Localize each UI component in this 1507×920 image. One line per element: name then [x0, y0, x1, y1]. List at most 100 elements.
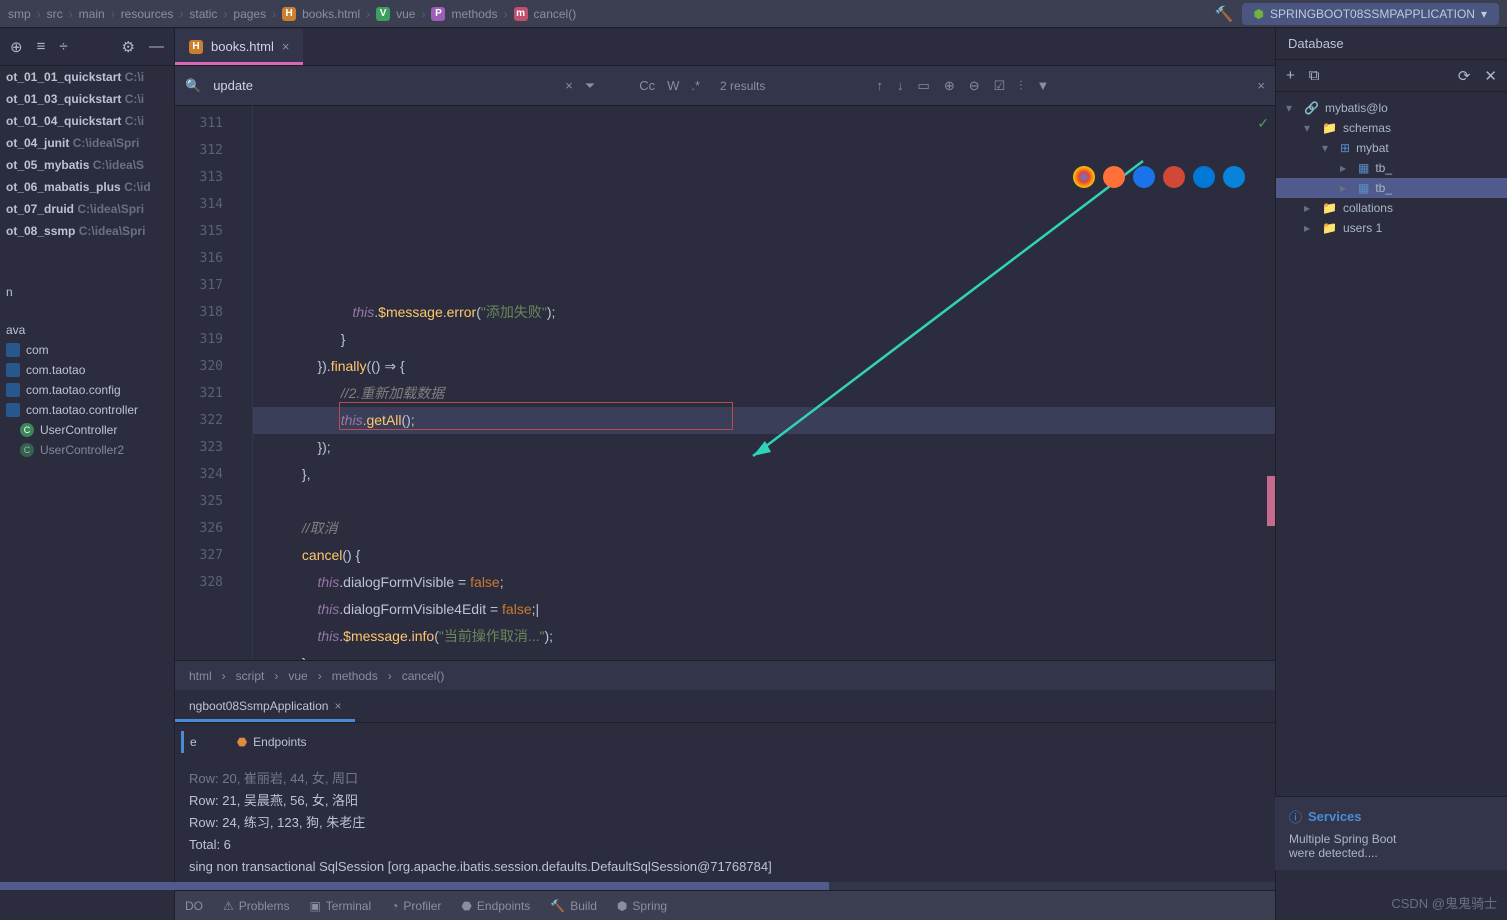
spring-tab[interactable]: ⬢ Spring — [617, 899, 667, 913]
package-item[interactable]: com.taotao — [0, 360, 174, 380]
run-config-dropdown[interactable]: ⬢ SPRINGBOOT08SSMPAPPLICATION ▾ — [1242, 3, 1499, 25]
expand-icon[interactable]: ≡ — [37, 38, 46, 55]
close-icon[interactable]: × — [334, 699, 341, 713]
gear-icon[interactable]: ⚙ — [122, 38, 135, 56]
edge-icon[interactable] — [1223, 166, 1245, 188]
run-config-tab[interactable]: ngboot08SsmpApplication × — [175, 693, 355, 722]
method-icon: m — [514, 7, 528, 21]
bc-item[interactable]: main — [79, 7, 105, 21]
bc-item[interactable]: smp — [8, 7, 31, 21]
select-all-icon[interactable]: ▭ — [918, 78, 930, 94]
project-list[interactable]: ot_01_01_quickstart C:\i ot_01_03_quicks… — [0, 66, 174, 920]
package-item[interactable]: com.taotao.controller — [0, 400, 174, 420]
ie-icon[interactable] — [1193, 166, 1215, 188]
services-notification[interactable]: ⓘServices Multiple Spring Boot were dete… — [1275, 796, 1507, 870]
console-output[interactable]: Row: 20, 崔丽岩, 44, 女, 周口 Row: 21, 吴晨燕, 56… — [175, 760, 1275, 890]
code-editor[interactable]: 311 312 313 314 315 316 317 318 319 320 … — [175, 106, 1275, 660]
console-tab[interactable]: e — [181, 731, 203, 753]
add-icon[interactable]: + — [1286, 67, 1295, 84]
duplicate-icon[interactable]: ⧉ — [1309, 67, 1320, 84]
collapse-icon[interactable]: ÷ — [59, 38, 67, 55]
project-item[interactable]: ot_07_druid C:\idea\Spri — [0, 198, 174, 220]
select-occurrences-icon[interactable]: ☑ — [994, 78, 1006, 94]
bc-item[interactable]: cancel() — [402, 669, 445, 683]
code-content[interactable]: ✓ this.$message.error("添加失败"); } — [253, 106, 1275, 660]
refresh-icon[interactable]: ⟳ — [1458, 67, 1471, 85]
firefox-icon[interactable] — [1103, 166, 1125, 188]
remove-selection-icon[interactable]: ⊖ — [969, 78, 980, 94]
todo-tab[interactable]: DO — [185, 899, 203, 913]
bc-item[interactable]: resources — [121, 7, 174, 21]
opera-icon[interactable] — [1163, 166, 1185, 188]
history-icon[interactable]: ⏷ — [585, 78, 595, 94]
project-item[interactable]: ot_01_01_quickstart C:\i — [0, 66, 174, 88]
project-item[interactable]: ot_01_04_quickstart C:\i — [0, 110, 174, 132]
next-match-icon[interactable]: ↓ — [897, 78, 904, 93]
terminal-tab[interactable]: ▣ Terminal — [309, 899, 371, 913]
problems-tab[interactable]: ⚠ Problems — [223, 899, 289, 913]
clear-icon[interactable]: × — [565, 78, 573, 93]
project-item[interactable]: ot_05_mybatis C:\idea\S — [0, 154, 174, 176]
class-item[interactable]: CUserController — [0, 420, 174, 440]
close-icon[interactable]: × — [282, 39, 290, 54]
search-input[interactable] — [213, 78, 553, 93]
bc-item[interactable]: src — [47, 7, 63, 21]
endpoints-bottom-tab[interactable]: ⬣ Endpoints — [461, 899, 530, 913]
fold-column[interactable] — [233, 106, 253, 660]
profiler-tab[interactable]: ◔ Profiler — [391, 899, 441, 913]
prev-match-icon[interactable]: ↑ — [877, 78, 884, 93]
file-tab[interactable]: H books.html × — [175, 29, 303, 65]
prop-icon: P — [431, 7, 445, 21]
hide-icon[interactable]: — — [149, 38, 164, 55]
words-toggle[interactable]: W — [667, 78, 679, 93]
tree-item[interactable]: ava — [0, 320, 174, 340]
breadcrumb[interactable]: smp› src› main› resources› static› pages… — [8, 7, 576, 21]
db-schema[interactable]: ▾⊞mybat — [1276, 138, 1507, 158]
stop-icon[interactable]: ✕ — [1484, 67, 1497, 85]
run-panel: ngboot08SsmpApplication × e ⬣ Endpoints … — [175, 690, 1275, 890]
bc-item[interactable]: books.html — [302, 7, 360, 21]
add-selection-icon[interactable]: ⊕ — [944, 78, 955, 94]
endpoints-tab[interactable]: ⬣ Endpoints — [223, 729, 321, 755]
bc-item[interactable]: pages — [233, 7, 266, 21]
filter-icon[interactable]: ▼ — [1037, 78, 1050, 93]
db-connection[interactable]: ▾🔗mybatis@lo — [1276, 98, 1507, 118]
safari-icon[interactable] — [1133, 166, 1155, 188]
build-tab[interactable]: 🔨 Build — [550, 899, 597, 913]
db-schemas[interactable]: ▾📁schemas — [1276, 118, 1507, 138]
project-item[interactable]: ot_08_ssmp C:\idea\Spri — [0, 220, 174, 242]
db-table[interactable]: ▸▦tb_ — [1276, 178, 1507, 198]
package-item[interactable]: com.taotao.config — [0, 380, 174, 400]
class-item[interactable]: CUserController2 — [0, 440, 174, 460]
bc-item[interactable]: html — [189, 669, 212, 683]
regex-toggle[interactable]: .* — [691, 78, 700, 93]
inspection-icon[interactable]: ✓ — [1257, 110, 1269, 137]
project-item[interactable]: ot_01_03_quickstart C:\i — [0, 88, 174, 110]
match-case-toggle[interactable]: Cc — [639, 78, 655, 93]
close-search-icon[interactable]: × — [1257, 78, 1265, 93]
horizontal-scrollbar[interactable] — [0, 882, 1275, 890]
bc-item[interactable]: methods — [332, 669, 378, 683]
package-item[interactable]: com — [0, 340, 174, 360]
bc-item[interactable]: script — [236, 669, 265, 683]
chrome-icon[interactable] — [1073, 166, 1095, 188]
folder-icon: 📁 — [1322, 201, 1337, 215]
bc-item[interactable]: cancel() — [534, 7, 577, 21]
project-toolbar: ⊕ ≡ ÷ ⚙ — — [0, 28, 174, 66]
tree-item[interactable]: n — [0, 282, 174, 302]
db-users[interactable]: ▸📁users 1 — [1276, 218, 1507, 238]
bc-item[interactable]: vue — [396, 7, 415, 21]
db-table[interactable]: ▸▦tb_ — [1276, 158, 1507, 178]
editor-breadcrumb[interactable]: html› script› vue› methods› cancel() — [175, 660, 1275, 690]
build-icon[interactable]: 🔨 — [1215, 5, 1234, 23]
bc-item[interactable]: vue — [288, 669, 307, 683]
db-collations[interactable]: ▸📁collations — [1276, 198, 1507, 218]
project-item[interactable]: ot_04_junit C:\idea\Spri — [0, 132, 174, 154]
schema-icon: ⊞ — [1340, 141, 1350, 155]
bc-item[interactable]: methods — [451, 7, 497, 21]
scrollbar-marker[interactable] — [1267, 476, 1275, 526]
bc-item[interactable]: static — [189, 7, 217, 21]
project-item[interactable]: ot_06_mabatis_plus C:\id — [0, 176, 174, 198]
settings-icon[interactable]: ⫶ — [1019, 78, 1022, 94]
target-icon[interactable]: ⊕ — [10, 38, 23, 56]
